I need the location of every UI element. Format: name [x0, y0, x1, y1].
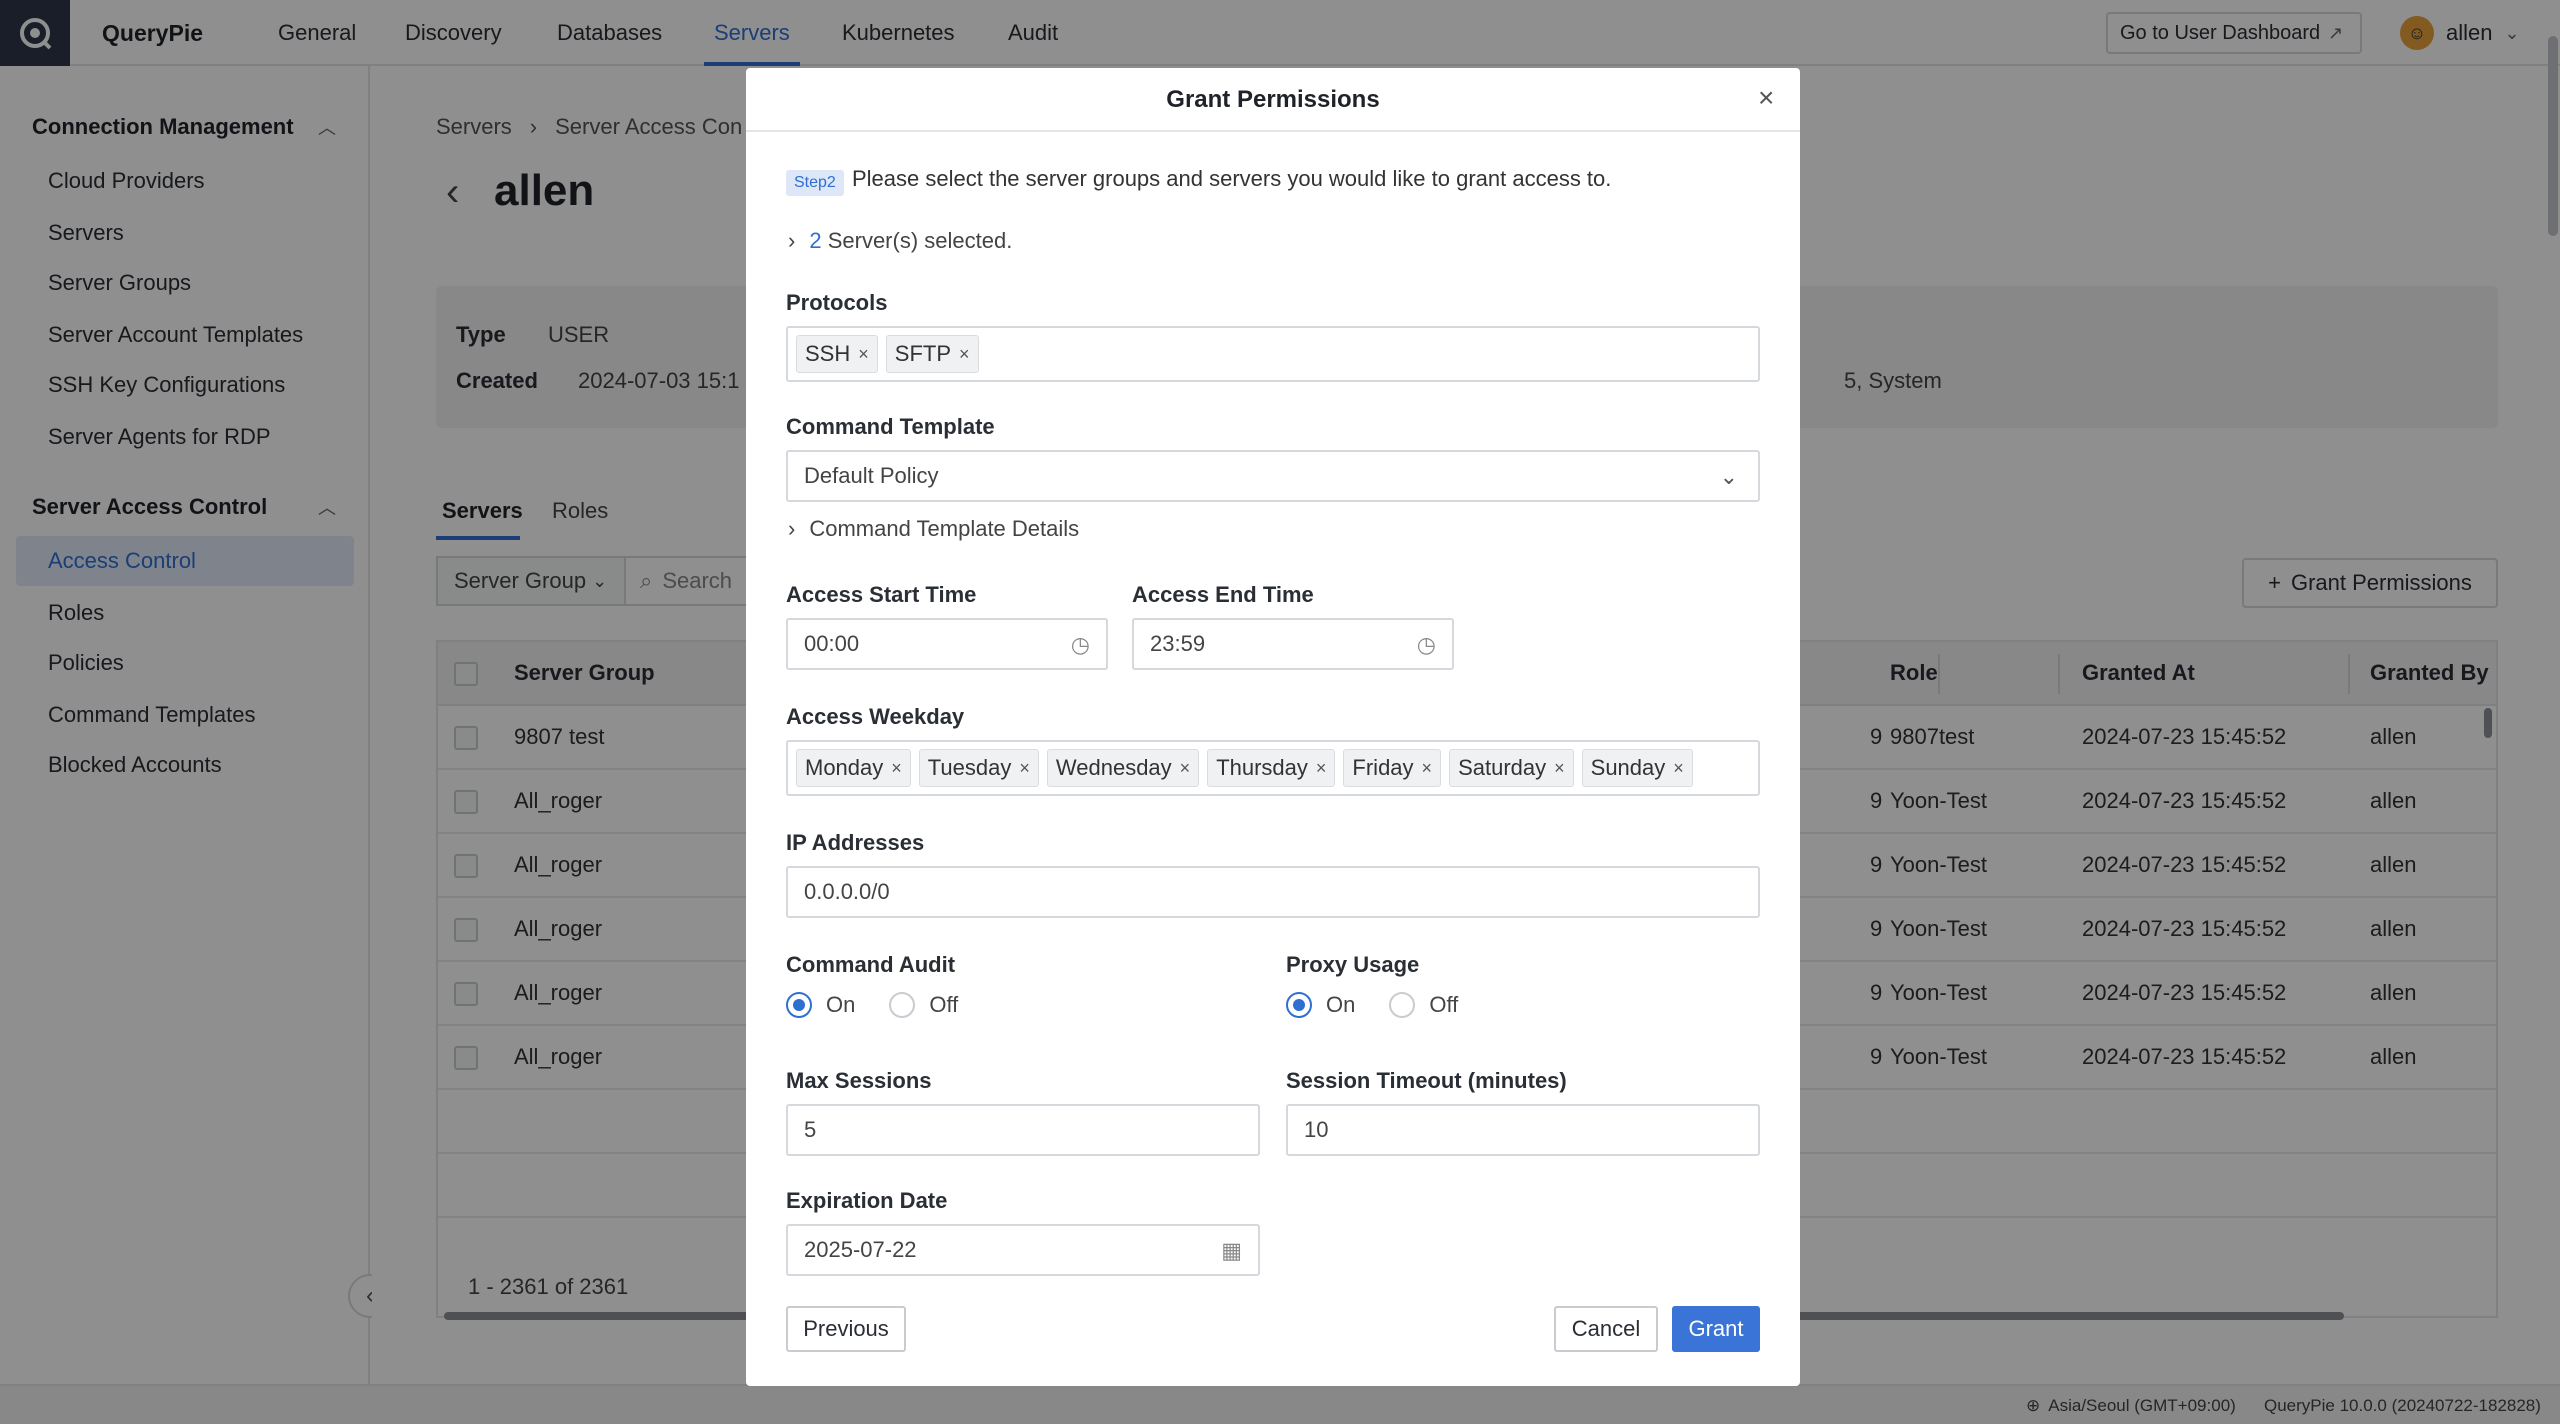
calendar-icon[interactable]: ▦: [1221, 1238, 1242, 1264]
protocol-tag-label: SFTP: [894, 341, 951, 366]
ip-addresses-input[interactable]: 0.0.0.0/0: [786, 866, 1760, 918]
weekday-tag-wednesday: Wednesday ×: [1046, 749, 1200, 787]
proxy-usage-on-radio[interactable]: [1286, 992, 1312, 1018]
weekday-tag-friday: Friday ×: [1343, 749, 1442, 787]
command-template-label: Command Template: [786, 414, 995, 439]
weekday-tag-label: Friday: [1352, 755, 1414, 780]
protocol-tag-ssh: SSH ×: [796, 335, 878, 373]
grant-permissions-dialog: Grant Permissions × Step2 Please select …: [746, 68, 1800, 1386]
access-start-time-value: 00:00: [804, 631, 860, 656]
radio-on-label: On: [826, 992, 856, 1017]
weekday-tag-saturday: Saturday ×: [1449, 749, 1574, 787]
weekday-tag-thursday: Thursday ×: [1207, 749, 1336, 787]
weekday-tag-label: Monday: [805, 755, 884, 780]
radio-off-label: Off: [1429, 992, 1459, 1017]
proxy-usage-radio-group: On Off: [1286, 992, 1458, 1018]
proxy-usage-off-radio[interactable]: [1389, 992, 1416, 1018]
remove-tag-icon[interactable]: ×: [1316, 758, 1327, 779]
remove-tag-icon[interactable]: ×: [1673, 758, 1684, 779]
access-start-time-input[interactable]: 00:00 ◷: [786, 618, 1108, 670]
weekday-tag-tuesday: Tuesday ×: [918, 749, 1039, 787]
access-weekday-multiselect[interactable]: Monday × Tuesday × Wednesday × Thursday × Fr…: [786, 740, 1760, 796]
max-sessions-label: Max Sessions: [786, 1068, 932, 1093]
weekday-tag-label: Thursday: [1216, 755, 1308, 780]
access-end-time-input[interactable]: 23:59 ◷: [1132, 618, 1454, 670]
remove-tag-icon[interactable]: ×: [1554, 758, 1565, 779]
command-audit-on-radio[interactable]: [786, 992, 812, 1018]
step-instruction: Please select the server groups and serv…: [852, 166, 1612, 191]
remove-tag-icon[interactable]: ×: [1422, 758, 1433, 779]
command-audit-radio-group: On Off: [786, 992, 958, 1018]
chevron-right-icon: ›: [788, 228, 796, 253]
weekday-tag-label: Tuesday: [927, 755, 1012, 780]
ip-addresses-label: IP Addresses: [786, 830, 925, 855]
proxy-usage-label: Proxy Usage: [1286, 952, 1420, 977]
weekday-tag-label: Sunday: [1590, 755, 1666, 780]
previous-button[interactable]: Previous: [786, 1306, 906, 1352]
access-end-time-label: Access End Time: [1132, 582, 1314, 607]
dialog-title: Grant Permissions: [1166, 86, 1380, 113]
max-sessions-value: 5: [804, 1117, 817, 1142]
protocols-label: Protocols: [786, 290, 888, 315]
command-template-select[interactable]: Default Policy ⌄: [786, 450, 1760, 502]
command-template-value: Default Policy: [804, 463, 939, 488]
clock-icon: ◷: [1416, 632, 1436, 657]
step-badge: Step2: [786, 170, 844, 196]
remove-tag-icon[interactable]: ×: [1019, 758, 1030, 779]
remove-tag-icon[interactable]: ×: [858, 344, 869, 365]
weekday-tag-label: Saturday: [1458, 755, 1547, 780]
protocols-multiselect[interactable]: SSH × SFTP ×: [786, 326, 1760, 382]
selected-count: 2: [809, 228, 822, 253]
expiration-date-input[interactable]: 2025-07-22 ▦: [786, 1224, 1260, 1276]
weekday-tag-monday: Monday ×: [796, 749, 911, 787]
grant-button[interactable]: Grant: [1672, 1306, 1760, 1352]
access-weekday-label: Access Weekday: [786, 704, 965, 729]
command-audit-off-radio[interactable]: [889, 992, 916, 1018]
expiration-date-value: 2025-07-22: [804, 1237, 917, 1262]
radio-on-label: On: [1326, 992, 1356, 1017]
cancel-button[interactable]: Cancel: [1554, 1306, 1658, 1352]
chevron-down-icon: ⌄: [1719, 464, 1738, 489]
command-template-details-label: Command Template Details: [809, 516, 1080, 541]
clock-icon: ◷: [1070, 632, 1090, 657]
selected-text: Server(s) selected.: [827, 228, 1013, 253]
access-end-time-value: 23:59: [1150, 631, 1206, 656]
chevron-right-icon: ›: [788, 516, 796, 541]
command-audit-label: Command Audit: [786, 952, 956, 977]
radio-off-label: Off: [929, 992, 959, 1017]
access-start-time-label: Access Start Time: [786, 582, 977, 607]
selected-servers-toggle[interactable]: › 2 Server(s) selected.: [788, 228, 1012, 254]
session-timeout-label: Session Timeout (minutes): [1286, 1068, 1567, 1093]
expiration-date-label: Expiration Date: [786, 1188, 948, 1213]
session-timeout-input[interactable]: 10: [1286, 1104, 1760, 1156]
protocol-tag-label: SSH: [805, 341, 851, 366]
close-icon[interactable]: ×: [1758, 82, 1774, 114]
remove-tag-icon[interactable]: ×: [959, 344, 970, 365]
dialog-header: Grant Permissions ×: [746, 68, 1800, 132]
weekday-tag-sunday: Sunday ×: [1581, 749, 1693, 787]
remove-tag-icon[interactable]: ×: [891, 758, 902, 779]
remove-tag-icon[interactable]: ×: [1180, 758, 1191, 779]
session-timeout-value: 10: [1304, 1117, 1329, 1142]
weekday-tag-label: Wednesday: [1055, 755, 1172, 780]
ip-addresses-value: 0.0.0.0/0: [804, 879, 890, 904]
protocol-tag-sftp: SFTP ×: [885, 335, 979, 373]
max-sessions-input[interactable]: 5: [786, 1104, 1260, 1156]
command-template-details-toggle[interactable]: › Command Template Details: [788, 516, 1079, 542]
